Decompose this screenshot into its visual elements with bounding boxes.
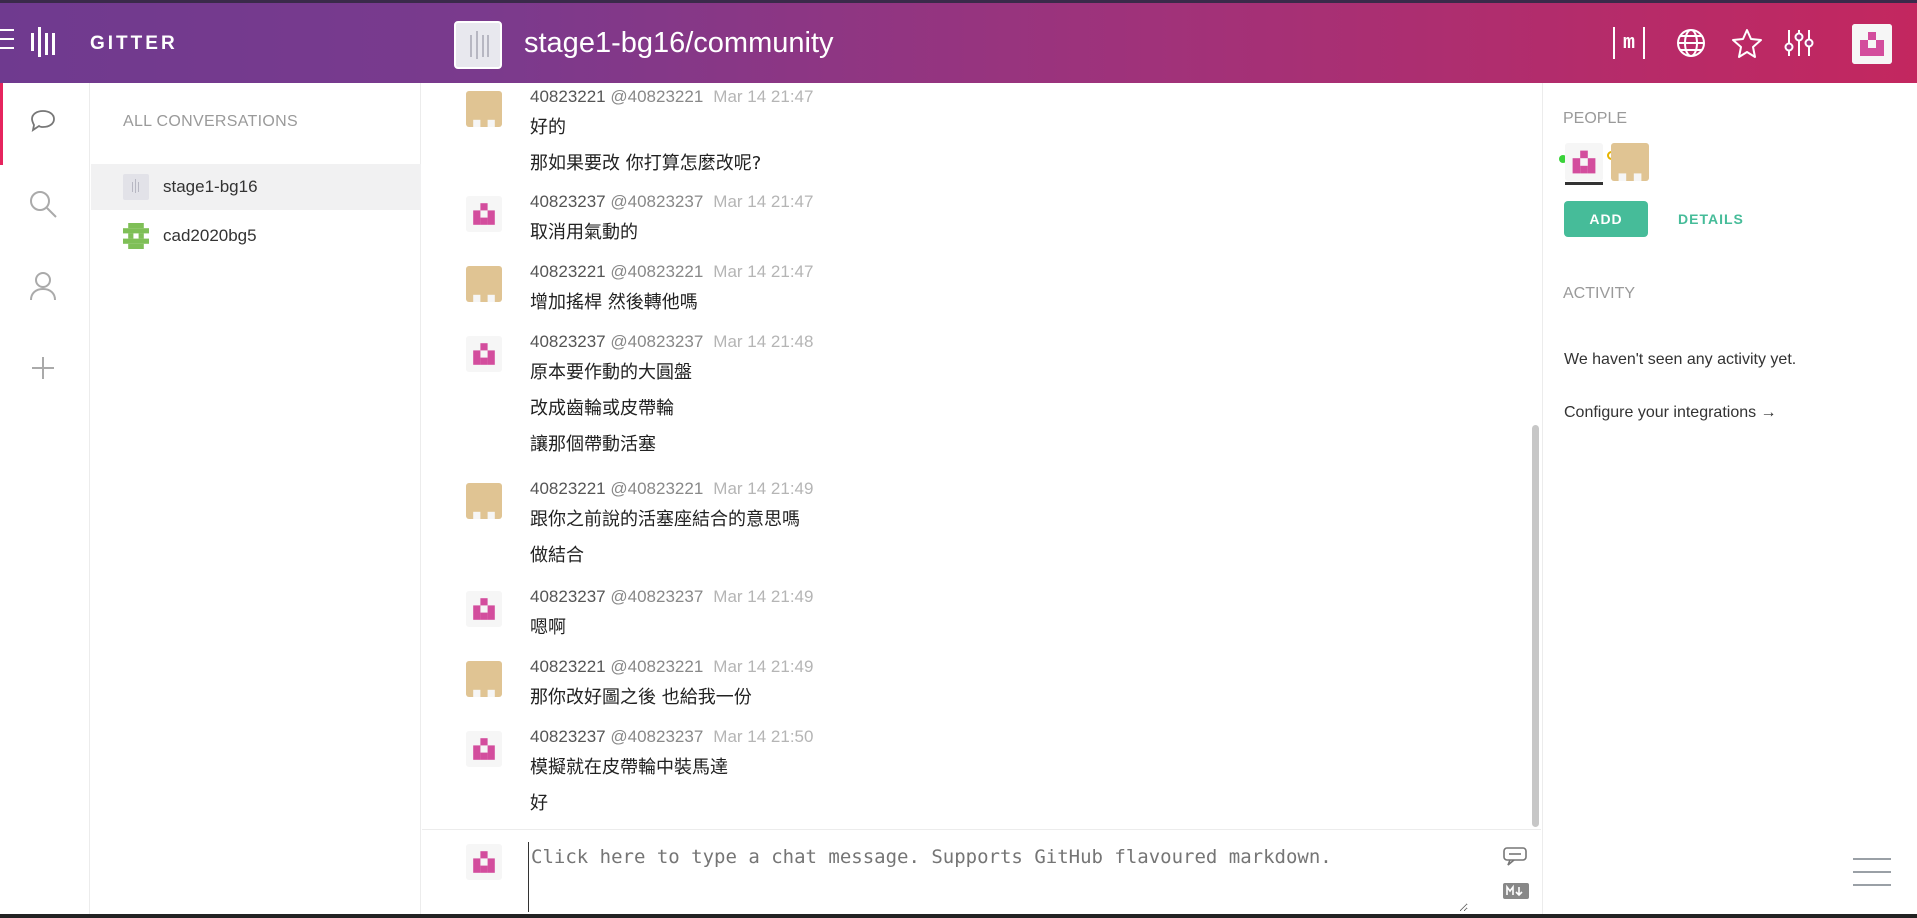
search-icon[interactable] [25,186,61,222]
details-link[interactable]: DETAILS [1678,211,1744,227]
message-text: 讓那個帶動活塞 [530,434,656,455]
message-text: 嗯啊 [530,617,566,638]
room-avatar-small [123,223,149,249]
message-author-name[interactable]: 40823237 [530,192,606,211]
message-author-username[interactable]: @40823221 [610,87,703,106]
compose-mode-icon[interactable] [1502,846,1530,868]
message-timestamp[interactable]: Mar 14 21:49 [713,657,813,676]
user-avatar[interactable] [1852,24,1892,64]
message-text: 好的 [530,117,566,138]
message-avatar[interactable] [466,266,502,302]
message-author-username[interactable]: @40823237 [610,587,703,606]
message-author-name[interactable]: 40823221 [530,479,606,498]
chat-scrollbar[interactable] [1532,425,1539,827]
rail-active-indicator [0,83,3,165]
matrix-label: m [1613,27,1645,59]
message-author-name[interactable]: 40823221 [530,657,606,676]
message-timestamp[interactable]: Mar 14 21:50 [713,727,813,746]
message-author-username[interactable]: @40823221 [610,657,703,676]
message-author-name[interactable]: 40823237 [530,332,606,351]
message-text: 跟你之前說的活塞座結合的意思嗎 [530,509,800,530]
chat-bubble-icon[interactable] [25,104,61,140]
message-avatar[interactable] [466,91,502,127]
message-timestamp[interactable]: Mar 14 21:47 [713,87,813,106]
conversations-heading: ALL CONVERSATIONS [123,113,298,130]
message-author-username[interactable]: @40823237 [610,332,703,351]
markdown-icon[interactable] [1502,882,1530,900]
right-panel: PEOPLE ADD DETAILS ACTIVITY We haven't s… [1542,83,1917,918]
room-avatar-small [123,174,149,200]
message-meta: 40823221 @40823221 Mar 14 21:49 [530,657,813,677]
people-avatar[interactable] [1565,143,1603,181]
conversation-label: cad2020bg5 [163,226,257,245]
conversations-panel: ALL CONVERSATIONS stage1-bg16 cad2020bg5 [91,83,421,918]
menu-icon[interactable] [0,29,16,55]
people-avatar-underline [1565,182,1603,185]
message-text: 模擬就在皮帶輪中裝馬達 [530,757,728,778]
message-avatar[interactable] [466,731,502,767]
composer [422,829,1541,918]
message-meta: 40823221 @40823221 Mar 14 21:47 [530,262,813,282]
message-meta: 40823221 @40823221 Mar 14 21:49 [530,479,813,499]
message-author-username[interactable]: @40823237 [610,192,703,211]
activity-empty-text: We haven't seen any activity yet. [1564,351,1797,368]
message-meta: 40823237 @40823237 Mar 14 21:50 [530,727,813,747]
message-text: 取消用氣動的 [530,222,638,243]
message-timestamp[interactable]: Mar 14 21:47 [713,192,813,211]
gitter-logo-icon [31,27,55,59]
message-author-name[interactable]: 40823237 [530,587,606,606]
message-author-username[interactable]: @40823221 [610,479,703,498]
message-author-name[interactable]: 40823237 [530,727,606,746]
message-meta: 40823221 @40823221 Mar 14 21:47 [530,87,813,107]
conversation-item-stage1-bg16[interactable]: stage1-bg16 [91,164,421,210]
message-avatar[interactable] [466,591,502,627]
add-people-button[interactable]: ADD [1564,201,1648,237]
message-avatar[interactable] [466,661,502,697]
message-timestamp[interactable]: Mar 14 21:48 [713,332,813,351]
activity-heading: ACTIVITY [1563,285,1636,302]
message-timestamp[interactable]: Mar 14 21:47 [713,262,813,281]
message-text: 增加搖桿 然後轉他嗎 [530,292,698,313]
right-menu-icon[interactable] [1853,858,1893,890]
message-timestamp[interactable]: Mar 14 21:49 [713,479,813,498]
conversation-item-cad2020bg5[interactable]: cad2020bg5 [91,213,421,259]
people-avatar[interactable] [1611,143,1649,181]
globe-icon[interactable] [1673,25,1709,61]
message-author-name[interactable]: 40823221 [530,262,606,281]
message-text: 做結合 [530,545,584,566]
people-heading: PEOPLE [1563,110,1628,127]
message-avatar[interactable] [466,336,502,372]
brand-name[interactable]: GITTER [90,33,178,55]
message-author-name[interactable]: 40823221 [530,87,606,106]
settings-sliders-icon[interactable] [1781,25,1817,61]
bottom-edge [0,914,1917,918]
message-author-username[interactable]: @40823237 [610,727,703,746]
message-timestamp[interactable]: Mar 14 21:49 [713,587,813,606]
message-text: 好 [530,793,548,814]
room-avatar [454,21,502,69]
message-text: 那你改好圖之後 也給我一份 [530,687,752,708]
message-text: 那如果要改 你打算怎麼改呢? [530,153,762,174]
configure-integrations-link[interactable]: Configure your integrations → [1564,404,1777,422]
star-icon[interactable] [1729,25,1765,61]
message-meta: 40823237 @40823237 Mar 14 21:48 [530,332,813,352]
person-icon[interactable] [25,268,61,304]
room-title[interactable]: stage1-bg16/community [524,27,834,60]
message-avatar[interactable] [466,483,502,519]
conversation-label: stage1-bg16 [163,177,258,196]
message-text: 原本要作動的大圓盤 [530,362,692,383]
message-meta: 40823237 @40823237 Mar 14 21:47 [530,192,813,212]
plus-icon[interactable] [25,350,61,386]
message-avatar[interactable] [466,196,502,232]
message-author-username[interactable]: @40823221 [610,262,703,281]
top-header: GITTER stage1-bg16/community m [0,0,1917,83]
message-text: 改成齒輪或皮帶輪 [530,398,674,419]
message-meta: 40823237 @40823237 Mar 14 21:49 [530,587,813,607]
chat-messages: 40823221 @40823221 Mar 14 21:47 好的那如果要改 你打… [422,83,1541,828]
matrix-icon[interactable]: m [1611,25,1647,61]
composer-avatar [466,844,502,880]
chat-input[interactable] [528,842,1468,912]
